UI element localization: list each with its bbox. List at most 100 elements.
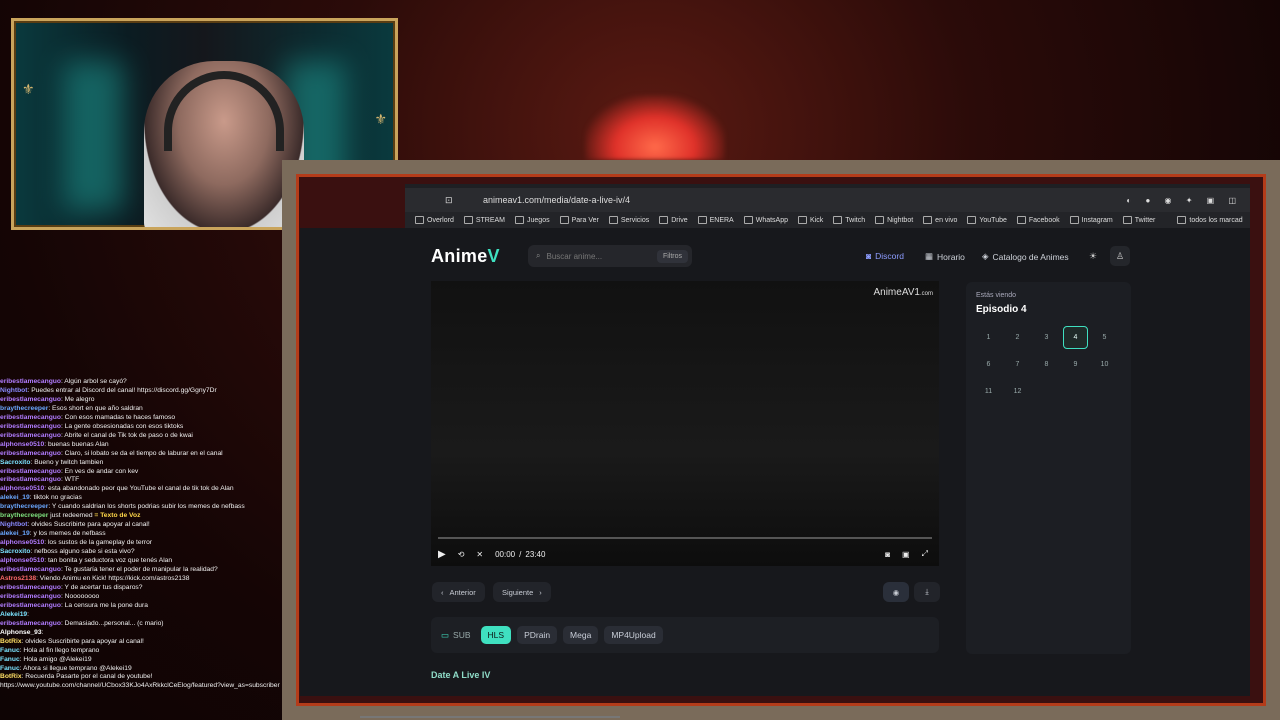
episode-button[interactable]: 11 <box>976 380 1001 403</box>
previous-episode-button[interactable]: ‹ Anterior <box>432 582 485 602</box>
episode-button[interactable]: 8 <box>1034 353 1059 376</box>
chat-username[interactable]: eribestlamecanguo <box>0 396 61 403</box>
bookmark-item[interactable]: Twitch <box>833 216 865 224</box>
download-icon[interactable]: ⤓ <box>914 582 940 602</box>
volume-mute-icon[interactable]: ✕ <box>476 550 483 559</box>
theme-toggle-icon[interactable]: ☀ <box>1083 246 1103 266</box>
chat-username[interactable]: eribestlamecanguo <box>0 414 61 421</box>
bookmark-item[interactable]: Nightbot <box>875 216 913 224</box>
chat-username[interactable]: Nightbot <box>0 521 27 528</box>
chat-username[interactable]: Alekei19 <box>0 611 27 618</box>
nav-schedule[interactable]: ▦ Horario <box>925 251 965 262</box>
chat-username[interactable]: BotRix <box>0 673 22 680</box>
bookmark-item[interactable]: Para Ver <box>560 216 599 224</box>
episode-button[interactable]: 5 <box>1092 326 1117 349</box>
chat-username[interactable]: BotRix <box>0 638 22 645</box>
nav-discord[interactable]: ◙ Discord <box>866 251 904 261</box>
next-episode-button[interactable]: Siguiente › <box>493 582 551 602</box>
extension-icons[interactable]: ◐ ● ◉ ✦ ▣ ◫ <box>1126 196 1242 205</box>
chat-message: Sacroxito: Bueno y twitch tambien <box>0 459 282 468</box>
url-text[interactable]: animeav1.com/media/date-a-live-iv/4 <box>483 195 630 205</box>
chat-username[interactable]: eribestlamecanguo <box>0 468 61 475</box>
bookmark-item[interactable]: ENERA <box>698 216 734 224</box>
chat-message: Fanuc: Hola al fin llego temprano <box>0 647 282 656</box>
chat-username[interactable]: eribestlamecanguo <box>0 602 61 609</box>
episode-button[interactable]: 3 <box>1034 326 1059 349</box>
bookmark-item[interactable]: Kick <box>798 216 823 224</box>
fullscreen-icon[interactable]: ⤢ <box>922 549 928 559</box>
bookmark-item[interactable]: todos los marcad <box>1177 216 1242 224</box>
site-logo[interactable]: AnimeV <box>431 246 500 267</box>
chat-username[interactable]: eribestlamecanguo <box>0 620 61 627</box>
server-mp4upload[interactable]: MP4Upload <box>604 626 663 644</box>
chat-message: alphonse0510: los sustos de la gameplay … <box>0 539 282 548</box>
episode-button[interactable]: 7 <box>1005 353 1030 376</box>
video-player[interactable]: AnimeAV1.com ▶ ⟲ ✕ 00:00 / 23:40 ◙ ▣ ⤢ <box>431 281 939 566</box>
chat-username[interactable]: alekei_19 <box>0 494 30 501</box>
chat-username[interactable]: eribestlamecanguo <box>0 450 61 457</box>
chat-username[interactable]: Astros2138 <box>0 575 36 582</box>
user-icon[interactable]: ♙ <box>1110 246 1130 266</box>
chat-username[interactable]: Sacroxito <box>0 459 30 466</box>
nav-catalog[interactable]: ◈ Catalogo de Animes <box>982 251 1069 262</box>
chat-username[interactable]: alphonse0510 <box>0 441 44 448</box>
chat-username[interactable]: alphonse0510 <box>0 557 44 564</box>
episode-button[interactable]: 12 <box>1005 380 1030 403</box>
anime-title[interactable]: Date A Live IV <box>431 670 490 680</box>
episode-button[interactable]: 10 <box>1092 353 1117 376</box>
button-label: Anterior <box>449 587 476 597</box>
bookmark-item[interactable]: Overlord <box>415 216 454 224</box>
eye-icon[interactable]: ◉ <box>883 582 909 602</box>
chat-username[interactable]: alphonse0510 <box>0 485 44 492</box>
episode-button[interactable]: 6 <box>976 353 1001 376</box>
chat-username[interactable]: eribestlamecanguo <box>0 593 61 600</box>
chat-text: : Me alegro <box>60 395 95 403</box>
bookmark-icon[interactable]: ⊡ <box>445 195 453 206</box>
bookmark-item[interactable]: Juegos <box>515 216 550 224</box>
server-mega[interactable]: Mega <box>563 626 599 644</box>
chat-text: : nefboss alguno sabe si esta vivo? <box>30 548 135 556</box>
chat-username[interactable]: eribestlamecanguo <box>0 476 61 483</box>
play-icon[interactable]: ▶ <box>438 549 446 560</box>
replay-icon[interactable]: ⟲ <box>458 550 465 559</box>
progress-bar[interactable] <box>438 537 932 539</box>
chat-username[interactable]: eribestlamecanguo <box>0 432 61 439</box>
chat-username[interactable]: Fanuc <box>0 656 20 663</box>
chat-username[interactable]: alphonse0510 <box>0 539 44 546</box>
filters-button[interactable]: Filtros <box>656 249 688 263</box>
chat-username[interactable]: Nightbot <box>0 387 27 394</box>
chat-username[interactable]: eribestlamecanguo <box>0 378 61 385</box>
bookmark-item[interactable]: Servicios <box>609 216 649 224</box>
bookmark-item[interactable]: en vivo <box>923 216 957 224</box>
chat-username[interactable]: eribestlamecanguo <box>0 566 61 573</box>
bookmark-item[interactable]: WhatsApp <box>744 216 788 224</box>
nav-label: Catalogo de Animes <box>992 251 1069 262</box>
chat-username[interactable]: Sacroxito <box>0 548 30 555</box>
episode-button[interactable]: 9 <box>1063 353 1088 376</box>
chat-username[interactable]: eribestlamecanguo <box>0 584 61 591</box>
chat-username[interactable]: alekei_19 <box>0 530 30 537</box>
bookmark-item[interactable]: Twitter <box>1123 216 1156 224</box>
search-input[interactable]: ⌕ Buscar anime... Filtros <box>528 245 692 267</box>
pip-icon[interactable]: ▣ <box>902 550 910 559</box>
chat-username[interactable]: braythecreeper <box>0 512 48 519</box>
screenshot-icon[interactable]: ◙ <box>885 550 890 559</box>
chat-username[interactable]: braythecreeper <box>0 503 48 510</box>
episode-button[interactable]: 2 <box>1005 326 1030 349</box>
chat-username[interactable]: braythecreeper <box>0 405 48 412</box>
chat-username[interactable]: Fanuc <box>0 647 20 654</box>
bookmark-item[interactable]: YouTube <box>967 216 1007 224</box>
bookmark-item[interactable]: Drive <box>659 216 687 224</box>
bookmark-item[interactable]: Facebook <box>1017 216 1060 224</box>
episode-button-active[interactable]: 4 <box>1063 326 1088 349</box>
bookmark-item[interactable]: STREAM <box>464 216 505 224</box>
chat-username[interactable]: Fanuc <box>0 665 20 672</box>
server-pdrain[interactable]: PDrain <box>517 626 558 644</box>
bookmark-item[interactable]: Instagram <box>1070 216 1113 224</box>
chat-username[interactable]: eribestlamecanguo <box>0 423 61 430</box>
address-bar[interactable]: ⊡ animeav1.com/media/date-a-live-iv/4 ◐ … <box>405 188 1250 212</box>
chat-message: alekei_19: tiktok no gracias <box>0 494 282 503</box>
server-hls[interactable]: HLS <box>480 626 512 644</box>
episode-button[interactable]: 1 <box>976 326 1001 349</box>
chat-username[interactable]: Alphonse_93 <box>0 629 42 636</box>
